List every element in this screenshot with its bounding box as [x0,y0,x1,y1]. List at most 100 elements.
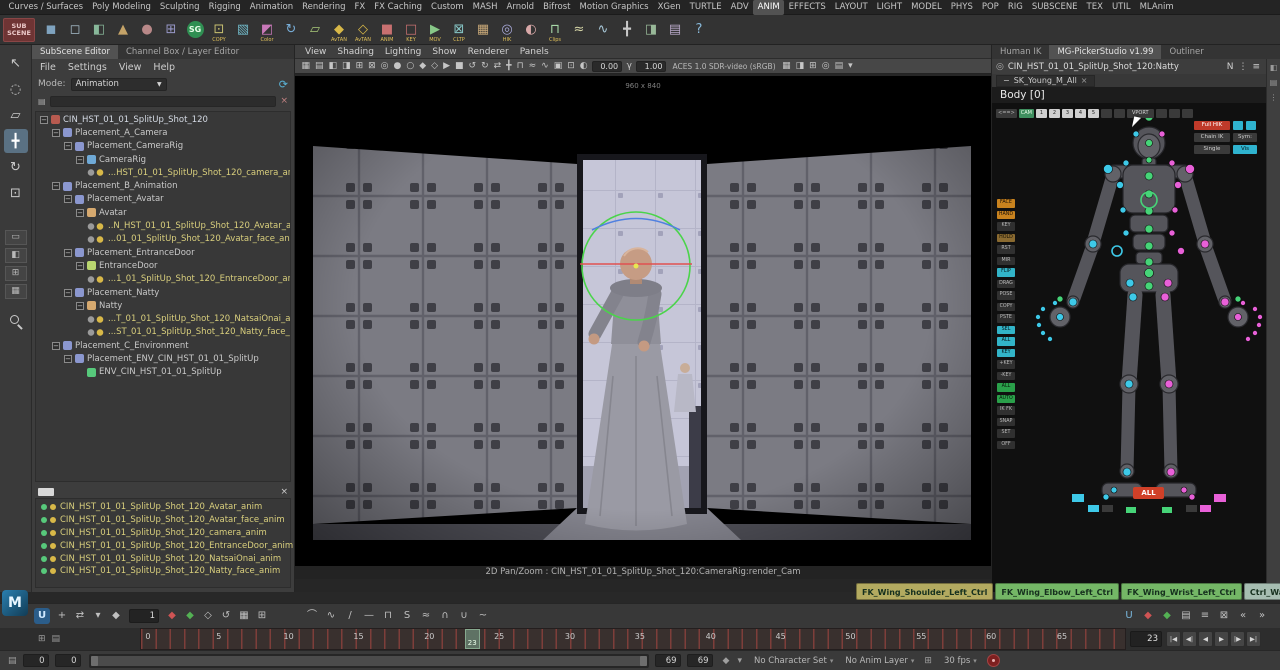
viewport-menu-item[interactable]: Lighting [385,47,421,57]
tree-row[interactable]: ...ST_01_01_SplitUp_Shot_120_Natty_face_… [36,326,290,339]
picker-node[interactable] [1144,241,1154,251]
range-slider-bar[interactable] [90,655,647,666]
picker-node[interactable] [1145,139,1153,147]
viewport-toolbar-icon[interactable]: ≈ [526,59,539,73]
tree-row[interactable]: ...01_01_SplitUp_Shot_120_Avatar_face_an… [36,233,290,246]
picker-side-button[interactable]: COPY [997,302,1015,311]
body-tab-label[interactable]: Body [0] [992,87,1280,103]
vis-toggle[interactable]: Vis [1233,145,1257,154]
picker-node[interactable] [1180,486,1188,494]
playback-button[interactable]: ▶ [1214,631,1229,647]
picker-side-button[interactable]: PSTE [997,314,1015,323]
current-frame-field[interactable]: 23 [1130,631,1162,647]
filter-icon[interactable]: ▤ [38,97,46,106]
anim-option-icon[interactable]: ⊠ [1216,608,1232,624]
viewport-toolbar-icon[interactable]: ∿ [539,59,552,73]
anim-layer-icon[interactable]: ⊞ [924,656,932,666]
picker-side-button[interactable]: HOLD [997,233,1015,242]
picker-side-button[interactable]: -KEY [997,371,1015,380]
picker-node[interactable] [1035,314,1041,320]
viewport-menu-item[interactable]: Renderer [468,47,509,57]
panel-toggle-icon[interactable]: ▤ [1270,78,1278,87]
shelf-icon[interactable]: SG [183,17,207,43]
viewport-menu-item[interactable]: Panels [520,47,549,57]
viewport-toolbar-icon[interactable]: ● [391,59,404,73]
tangent-type-icon[interactable]: ≈ [418,608,434,624]
picker-node[interactable] [1188,493,1196,501]
picker-header-icon[interactable]: ≡ [1252,62,1260,72]
tangent-type-icon[interactable]: ∿ [323,608,339,624]
menubar-item[interactable]: TEX [1082,0,1107,15]
tree-expander[interactable]: − [52,182,60,191]
tree-row[interactable]: − CameraRig [36,153,290,166]
sub-scene-shelf-button[interactable]: SUB SCENE [3,17,35,42]
picker-top-button[interactable] [1155,109,1167,118]
picker-node[interactable] [1052,300,1058,306]
control-chip[interactable]: FK_Wing_Wrist_Left_Ctrl [1121,583,1242,600]
viewport-toolbar-icon[interactable]: ↺ [466,59,479,73]
shelf-icon[interactable]: ◎ HIK [495,17,519,43]
picker-side-button[interactable]: FLIP [997,268,1015,277]
tree-expander[interactable]: − [76,261,84,270]
picker-node[interactable] [1047,336,1053,342]
tree-row[interactable]: ...T_01_01_SplitUp_Shot_120_NatsaiOnai_a… [36,312,290,325]
viewport-toolbar-icon[interactable]: ▦ [780,59,794,73]
anim-list-item[interactable]: CIN_HST_01_01_SplitUp_Shot_120_Avatar_an… [36,501,290,514]
picker-node[interactable] [1102,493,1110,501]
anim-option-icon[interactable]: » [1254,608,1270,624]
picker-side-button[interactable]: HAND [997,210,1015,219]
tool-icon[interactable]: ▱ [4,103,28,127]
menubar-item[interactable]: Motion Graphics [575,0,653,15]
picker-node[interactable] [1168,229,1176,237]
shelf-icon[interactable]: ▶ MOV [423,17,447,43]
clear-search-icon[interactable]: × [280,96,288,106]
menubar-item[interactable]: MODEL [907,0,947,15]
range-options-icon[interactable]: ▤ [8,656,17,666]
picker-node[interactable] [1200,239,1210,249]
picker-top-button[interactable]: CAM [1018,109,1034,118]
exposure-field[interactable]: 0.00 [592,60,623,72]
magnifier-icon[interactable] [9,315,23,330]
menubar-item[interactable]: POP [977,0,1003,15]
menubar-item[interactable]: Rigging [204,0,245,15]
shelf-icon[interactable]: ▤ [663,17,687,43]
picker-side-button[interactable]: SNAP [997,417,1015,426]
viewport-toolbar-icon[interactable]: ▾ [846,59,856,73]
tree-expander[interactable]: − [64,248,72,257]
auto-key-button[interactable] [986,654,1000,667]
shelf-icon[interactable]: ▲ [111,17,135,43]
anim-end-field[interactable]: 69 [654,654,681,667]
picker-node[interactable] [1158,130,1166,138]
picker-node[interactable] [1234,313,1242,321]
playback-button[interactable]: |▶ [1230,631,1245,647]
keyframe-tool-icon[interactable]: ⊞ [254,608,270,624]
menubar-item[interactable]: LAYOUT [830,0,872,15]
shelf-icon[interactable]: ≈ [567,17,591,43]
tree-expander[interactable]: − [64,142,72,151]
shelf-icon[interactable]: ■ ANIM [375,17,399,43]
picker-side-button[interactable]: SEL [997,325,1015,334]
panel-menu-item[interactable]: Help [153,62,175,73]
picker-character-tab[interactable]: − SK_Young_M_All × [996,74,1095,87]
picker-side-button[interactable]: +KEY [997,360,1015,369]
menubar-item[interactable]: MASH [468,0,502,15]
menubar-item[interactable]: SUBSCENE [1027,0,1082,15]
shelf-icon[interactable]: ? [687,17,711,43]
picker-top-button[interactable] [1168,109,1180,118]
viewport-toolbar-icon[interactable]: ◨ [340,59,354,73]
picker-canvas[interactable]: <==> CAM 1 2 3 4 5 VPORT Full HIK Chain IK Sym:… [992,103,1266,592]
layout-preset-button[interactable]: ◧ [4,248,27,263]
picker-side-button[interactable]: RST [997,245,1015,254]
picker-node[interactable] [1111,245,1123,257]
tree-row[interactable]: − CIN_HST_01_01_SplitUp_Shot_120 [36,113,290,126]
fps-menu[interactable]: 30 fps ▾ [944,656,977,666]
shelf-icon[interactable]: ◨ [639,17,663,43]
viewport-toolbar-icon[interactable]: ■ [453,59,467,73]
picker-node[interactable] [1145,156,1153,164]
panel-tab[interactable]: MG-PickerStudio v1.99 [1049,45,1162,59]
viewport-toolbar-icon[interactable]: ▤ [832,59,846,73]
panel-tab[interactable]: Outliner [1161,45,1211,59]
picker-node[interactable] [1171,206,1179,214]
picker-node[interactable] [1144,171,1154,181]
panel-tab[interactable]: Channel Box / Layer Editor [118,45,247,59]
